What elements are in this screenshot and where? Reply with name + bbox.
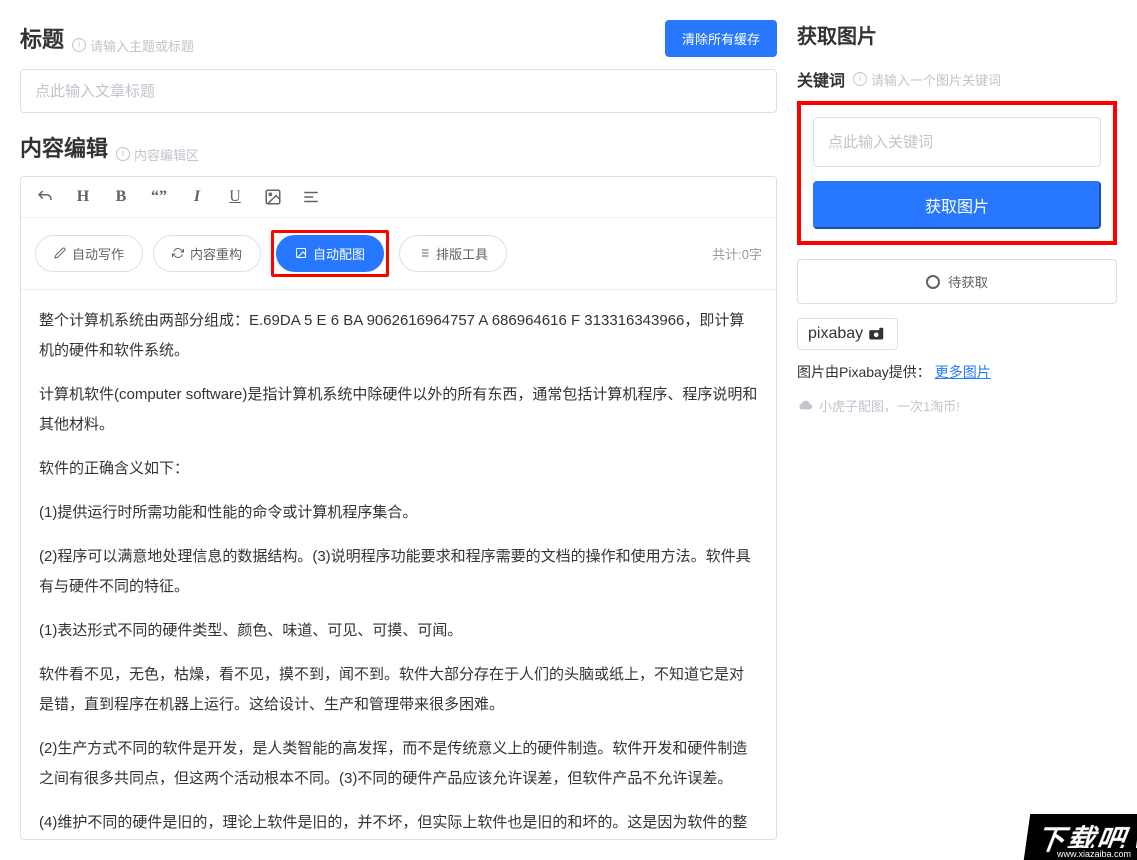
- clear-cache-button[interactable]: 清除所有缓存: [665, 20, 777, 57]
- paragraph: (2)生产方式不同的软件是开发，是人类智能的高发挥，而不是传统意义上的硬件制造。…: [39, 734, 758, 794]
- paragraph: 软件看不见，无色，枯燥，看不见，摸不到，闻不到。软件大部分存在于人们的头脑或纸上…: [39, 660, 758, 720]
- image-icon[interactable]: [263, 187, 283, 207]
- pending-button[interactable]: 待获取: [797, 259, 1117, 304]
- article-title-input[interactable]: [20, 69, 777, 113]
- credit-line: 图片由Pixabay提供： 更多图片: [797, 362, 1117, 382]
- paragraph: 软件的正确含义如下：: [39, 454, 758, 484]
- italic-icon[interactable]: I: [187, 187, 207, 207]
- info-icon: i: [116, 147, 130, 161]
- format-toolbar: H B “” I U: [21, 177, 776, 218]
- keyword-input[interactable]: [813, 117, 1101, 167]
- fetch-image-button[interactable]: 获取图片: [813, 181, 1101, 229]
- paragraph: (4)维护不同的硬件是旧的，理论上软件是旧的，并不坏，但实际上软件也是旧的和坏的…: [39, 808, 758, 840]
- cloud-icon: [797, 400, 813, 412]
- title-hint: i 请输入主题或标题: [72, 36, 194, 55]
- paragraph: (1)提供运行时所需功能和性能的命令或计算机程序集合。: [39, 498, 758, 528]
- more-images-link[interactable]: 更多图片: [935, 364, 991, 380]
- camera-icon: [867, 327, 887, 341]
- title-header: 标题 i 请输入主题或标题 清除所有缓存: [20, 20, 777, 57]
- info-icon: i: [72, 38, 86, 52]
- auto-image-button[interactable]: 自动配图: [276, 235, 384, 272]
- underline-icon[interactable]: U: [225, 187, 245, 207]
- layout-icon: [418, 247, 430, 259]
- pencil-icon: [54, 247, 66, 259]
- right-panel-title: 获取图片: [797, 20, 1117, 49]
- restructure-button[interactable]: 内容重构: [153, 235, 261, 272]
- content-label: 内容编辑: [20, 131, 108, 163]
- circle-icon: [926, 275, 940, 289]
- paragraph: (2)程序可以满意地处理信息的数据结构。(3)说明程序功能要求和程序需要的文档的…: [39, 542, 758, 602]
- layout-tool-button[interactable]: 排版工具: [399, 235, 507, 272]
- info-icon: i: [853, 72, 867, 86]
- watermark-url: www.xiazaiba.com: [1051, 848, 1137, 860]
- quote-icon[interactable]: “”: [149, 187, 169, 207]
- align-left-icon[interactable]: [301, 187, 321, 207]
- auto-write-button[interactable]: 自动写作: [35, 235, 143, 272]
- word-count: 共计:0字: [712, 244, 762, 263]
- refresh-icon: [172, 247, 184, 259]
- paragraph: 整个计算机系统由两部分组成：E.69DA 5 E 6 BA 9062616964…: [39, 306, 758, 366]
- bold-icon[interactable]: B: [111, 187, 131, 207]
- image-small-icon: [295, 247, 307, 259]
- undo-icon[interactable]: [35, 187, 55, 207]
- paragraph: (1)表达形式不同的硬件类型、颜色、味道、可见、可摸、可闻。: [39, 616, 758, 646]
- heading-icon[interactable]: H: [73, 187, 93, 207]
- keyword-hint: i 请输入一个图片关键词: [853, 70, 1001, 89]
- editor-box: H B “” I U 自动写作 内容重构: [20, 176, 777, 841]
- editor-content[interactable]: 整个计算机系统由两部分组成：E.69DA 5 E 6 BA 9062616964…: [21, 290, 776, 840]
- feature-toolbar: 自动写作 内容重构 自动配图 排版工具 共计:0字: [21, 218, 776, 290]
- content-hint: i 内容编辑区: [116, 145, 199, 164]
- keyword-label: 关键词: [797, 67, 845, 91]
- keyword-highlight-box: 获取图片: [797, 101, 1117, 245]
- pixabay-badge: pixabay: [797, 318, 898, 350]
- footer-hint: 小虎子配图，一次1淘币!: [797, 396, 1117, 415]
- highlight-auto-image: 自动配图: [271, 230, 389, 277]
- paragraph: 计算机软件(computer software)是指计算机系统中除硬件以外的所有…: [39, 380, 758, 440]
- title-label: 标题: [20, 22, 64, 54]
